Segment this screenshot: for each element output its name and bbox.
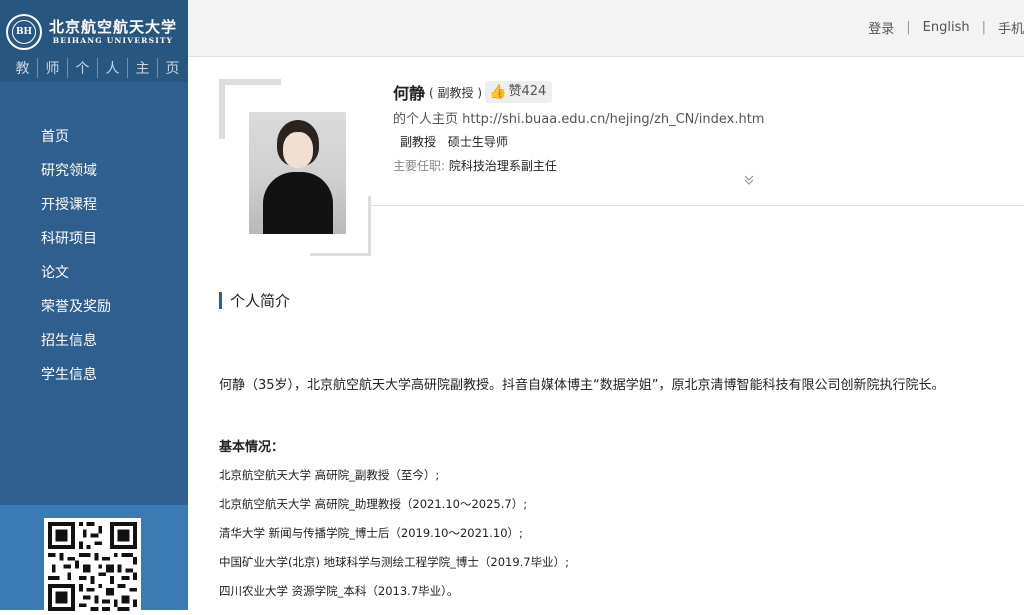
homepage-line: 的个人主页 http://shi.buaa.edu.cn/hejing/zh_C… <box>393 108 764 127</box>
section-title: 个人简介 <box>230 292 291 310</box>
nav-item-students[interactable]: 学生信息 <box>0 362 188 396</box>
separator: | <box>981 20 986 35</box>
profile-photo <box>249 112 346 234</box>
duty-value: 院科技治理系副主任 <box>448 159 557 173</box>
profile-name-row: 何静 ( 副教授 ) 👍 赞424 <box>393 80 553 104</box>
list-item: 四川农业大学 资源学院_本科（2013.7毕业）。 <box>219 584 459 598</box>
sidebar: BH 北京航空航天大学 BEIHANG UNIVERSITY 教 师 个 人 主… <box>0 0 188 615</box>
experience-list: 北京航空航天大学 高研院_副教授（至今）; 北京航空航天大学 高研院_助理教授（… <box>219 465 569 610</box>
mobile-link[interactable]: 手机 <box>998 18 1024 37</box>
expand-chevron-icon[interactable] <box>743 174 755 189</box>
top-bar: 登录 | English | 手机 <box>188 0 1024 57</box>
nav-item-courses[interactable]: 开授课程 <box>0 192 188 226</box>
profile-rank: ( 副教授 ) <box>429 85 483 100</box>
homepage-url[interactable]: http://shi.buaa.edu.cn/hejing/zh_CN/inde… <box>462 112 764 127</box>
nav-item-admissions[interactable]: 招生信息 <box>0 328 188 362</box>
list-item: 清华大学 新闻与传播学院_博士后（2019.10～2021.10）; <box>219 526 523 540</box>
list-item: 北京航空航天大学 高研院_助理教授（2021.10～2025.7）; <box>219 497 528 511</box>
qr-code-panel <box>0 505 188 615</box>
profile-titles: 副教授 硕士生导师 <box>400 133 516 150</box>
login-link[interactable]: 登录 <box>868 18 894 37</box>
logo-chinese-name: 北京航空航天大学 <box>49 18 178 36</box>
nav-item-papers[interactable]: 论文 <box>0 260 188 294</box>
separator: | <box>906 20 911 35</box>
university-logo[interactable]: BH 北京航空航天大学 BEIHANG UNIVERSITY <box>6 14 177 50</box>
section-heading: 个人简介 <box>219 290 290 311</box>
basic-info-heading: 基本情况： <box>219 440 285 455</box>
profile-duty: 主要任职: 院科技治理系副主任 <box>393 157 557 174</box>
qr-code-icon <box>44 518 141 615</box>
divider <box>371 205 1024 206</box>
intro-paragraph: 何静（35岁），北京航空航天大学高研院副教授。抖音自媒体博主“数据学姐”，原北京… <box>219 378 945 393</box>
site-tagline: 教 师 个 人 主 页 <box>8 58 187 78</box>
top-links: 登录 | English | 手机 <box>868 18 1024 37</box>
english-link[interactable]: English <box>923 20 970 35</box>
thumbs-up-icon: 👍 <box>489 84 507 100</box>
profile-name: 何静 <box>393 84 426 103</box>
duty-label: 主要任职: <box>393 159 446 173</box>
like-button[interactable]: 👍 赞424 <box>485 81 553 103</box>
nav-item-projects[interactable]: 科研项目 <box>0 226 188 260</box>
like-count: 赞424 <box>508 84 547 99</box>
list-item: 北京航空航天大学 高研院_副教授（至今）; <box>219 468 440 482</box>
section-accent-bar <box>219 292 222 309</box>
nav-item-home[interactable]: 首页 <box>0 124 188 158</box>
title-item: 硕士生导师 <box>447 135 508 149</box>
list-item: 中国矿业大学(北京) 地球科学与测绘工程学院_博士（2019.7毕业）; <box>219 555 569 569</box>
university-emblem-icon: BH <box>6 14 42 50</box>
logo-english-name: BEIHANG UNIVERSITY <box>52 36 174 45</box>
homepage-label: 的个人主页 <box>393 112 459 127</box>
title-item: 副教授 <box>400 135 437 149</box>
nav-item-research-areas[interactable]: 研究领域 <box>0 158 188 192</box>
nav-item-honors[interactable]: 荣誉及奖励 <box>0 294 188 328</box>
sidebar-header: BH 北京航空航天大学 BEIHANG UNIVERSITY 教 师 个 人 主… <box>0 0 188 82</box>
sidebar-nav: 首页 研究领域 开授课程 科研项目 论文 荣誉及奖励 招生信息 学生信息 <box>0 124 188 396</box>
